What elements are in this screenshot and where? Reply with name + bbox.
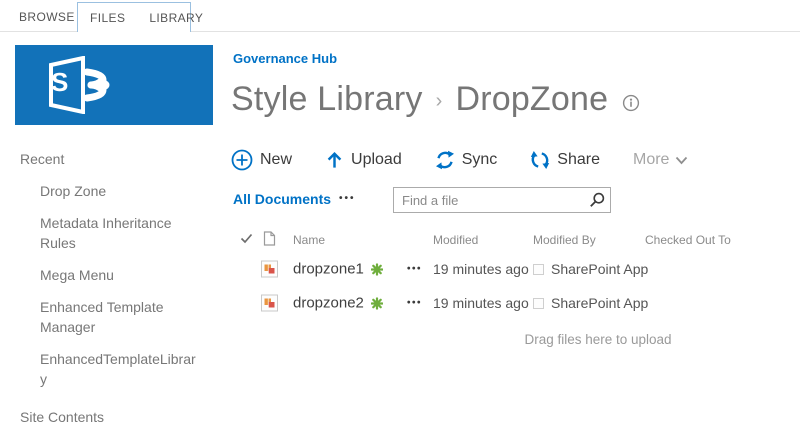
share-button-label: Share — [557, 151, 600, 168]
column-header-checked-out-to[interactable]: Checked Out To — [645, 233, 731, 247]
view-all-documents-link[interactable]: All Documents — [233, 191, 331, 207]
upload-arrow-icon — [327, 151, 342, 168]
command-toolbar: New Upload Sync Share More — [231, 146, 688, 174]
table-row[interactable]: dropzone2 ••• 19 minutes ago SharePoint … — [233, 286, 800, 320]
site-breadcrumb-link[interactable]: Governance Hub — [233, 51, 337, 66]
sidebar-item-site-contents[interactable]: Site Contents — [20, 407, 205, 427]
new-button[interactable]: New — [231, 149, 292, 171]
ribbon-bar: BROWSE FILES LIBRARY — [0, 0, 800, 32]
tab-files[interactable]: FILES — [90, 11, 125, 25]
sync-button[interactable]: Sync — [435, 150, 498, 170]
modified-value: 19 minutes ago — [433, 295, 529, 311]
magnifier-icon — [590, 192, 605, 207]
upload-button-label: Upload — [351, 151, 402, 168]
document-type-column-icon[interactable] — [263, 231, 276, 250]
more-views-ellipsis[interactable]: ••• — [339, 193, 356, 204]
ribbon-tab-group: FILES LIBRARY — [77, 2, 203, 32]
sidebar-item-enhanced-template-manager[interactable]: Enhanced Template Manager — [20, 297, 200, 337]
view-selector-bar: All Documents ••• — [233, 186, 793, 214]
modified-by-link[interactable]: SharePoint App — [533, 261, 648, 277]
title-library-link[interactable]: Style Library — [231, 80, 423, 119]
sync-button-label: Sync — [461, 151, 498, 168]
file-type-icon — [261, 294, 278, 312]
breadcrumb-chevron-icon: › — [435, 90, 443, 112]
row-menu-ellipsis[interactable]: ••• — [407, 298, 422, 309]
modified-by-text: SharePoint App — [551, 295, 649, 311]
app-presence-icon — [533, 263, 544, 275]
tab-browse[interactable]: BROWSE — [19, 10, 75, 24]
sidebar-item-drop-zone[interactable]: Drop Zone — [20, 181, 200, 201]
more-button[interactable]: More — [633, 151, 688, 169]
title-current-folder: DropZone — [455, 80, 609, 118]
documents-table: Name Modified Modified By Checked Out To… — [233, 228, 800, 347]
column-header-modified-by[interactable]: Modified By — [533, 233, 596, 247]
table-row[interactable]: dropzone1 ••• 19 minutes ago SharePoint … — [233, 252, 800, 286]
row-menu-ellipsis[interactable]: ••• — [407, 264, 422, 275]
tab-library[interactable]: LIBRARY — [149, 11, 203, 25]
logo-letter: S — [51, 67, 69, 97]
search-button[interactable] — [584, 192, 610, 208]
table-header-row: Name Modified Modified By Checked Out To — [233, 228, 800, 252]
modified-by-text: SharePoint App — [551, 261, 649, 277]
share-button[interactable]: Share — [530, 150, 600, 170]
chevron-down-icon — [676, 156, 688, 164]
file-name-link[interactable]: dropzone1 — [293, 261, 383, 278]
new-plus-circle-icon — [231, 149, 253, 171]
info-icon-glyph — [623, 94, 640, 111]
select-all-checkmark-icon[interactable] — [240, 233, 253, 247]
document-icon — [263, 231, 276, 246]
quick-launch-nav: Recent Drop Zone Metadata Inheritance Ru… — [20, 149, 205, 439]
sidebar-item-mega-menu[interactable]: Mega Menu — [20, 265, 200, 285]
page-title: Style Library › DropZone — [231, 80, 640, 119]
modified-by-link[interactable]: SharePoint App — [533, 295, 648, 311]
sync-arrows-icon — [435, 150, 454, 170]
info-icon[interactable] — [622, 94, 640, 112]
app-presence-icon — [533, 297, 544, 309]
sidebar-item-enhancedtemplatelibrary[interactable]: EnhancedTemplateLibrary — [20, 349, 200, 389]
drag-files-hint: Drag files here to upload — [524, 332, 672, 347]
modified-value: 19 minutes ago — [433, 261, 529, 277]
new-item-burst-icon — [370, 297, 383, 309]
file-type-icon — [261, 260, 278, 278]
sidebar-item-recent[interactable]: Recent — [20, 149, 205, 169]
file-name-link[interactable]: dropzone2 — [293, 295, 383, 312]
new-item-burst-icon — [370, 263, 383, 275]
webpart-file-icon — [264, 298, 275, 308]
sidebar-item-metadata-inheritance-rules[interactable]: Metadata Inheritance Rules — [20, 213, 200, 253]
column-header-name[interactable]: Name — [293, 233, 325, 247]
webpart-file-icon — [264, 264, 275, 274]
new-button-label: New — [260, 151, 293, 168]
upload-button[interactable]: Upload — [325, 150, 402, 170]
share-arrows-icon — [531, 151, 550, 169]
find-a-file-searchbox — [393, 187, 611, 213]
file-name-text: dropzone2 — [293, 294, 364, 312]
checkmark-icon — [240, 233, 253, 244]
sharepoint-logo[interactable]: S — [15, 45, 213, 125]
search-input[interactable] — [394, 192, 584, 208]
more-button-label: More — [633, 151, 670, 168]
file-name-text: dropzone1 — [293, 260, 364, 278]
column-header-modified[interactable]: Modified — [433, 233, 478, 247]
